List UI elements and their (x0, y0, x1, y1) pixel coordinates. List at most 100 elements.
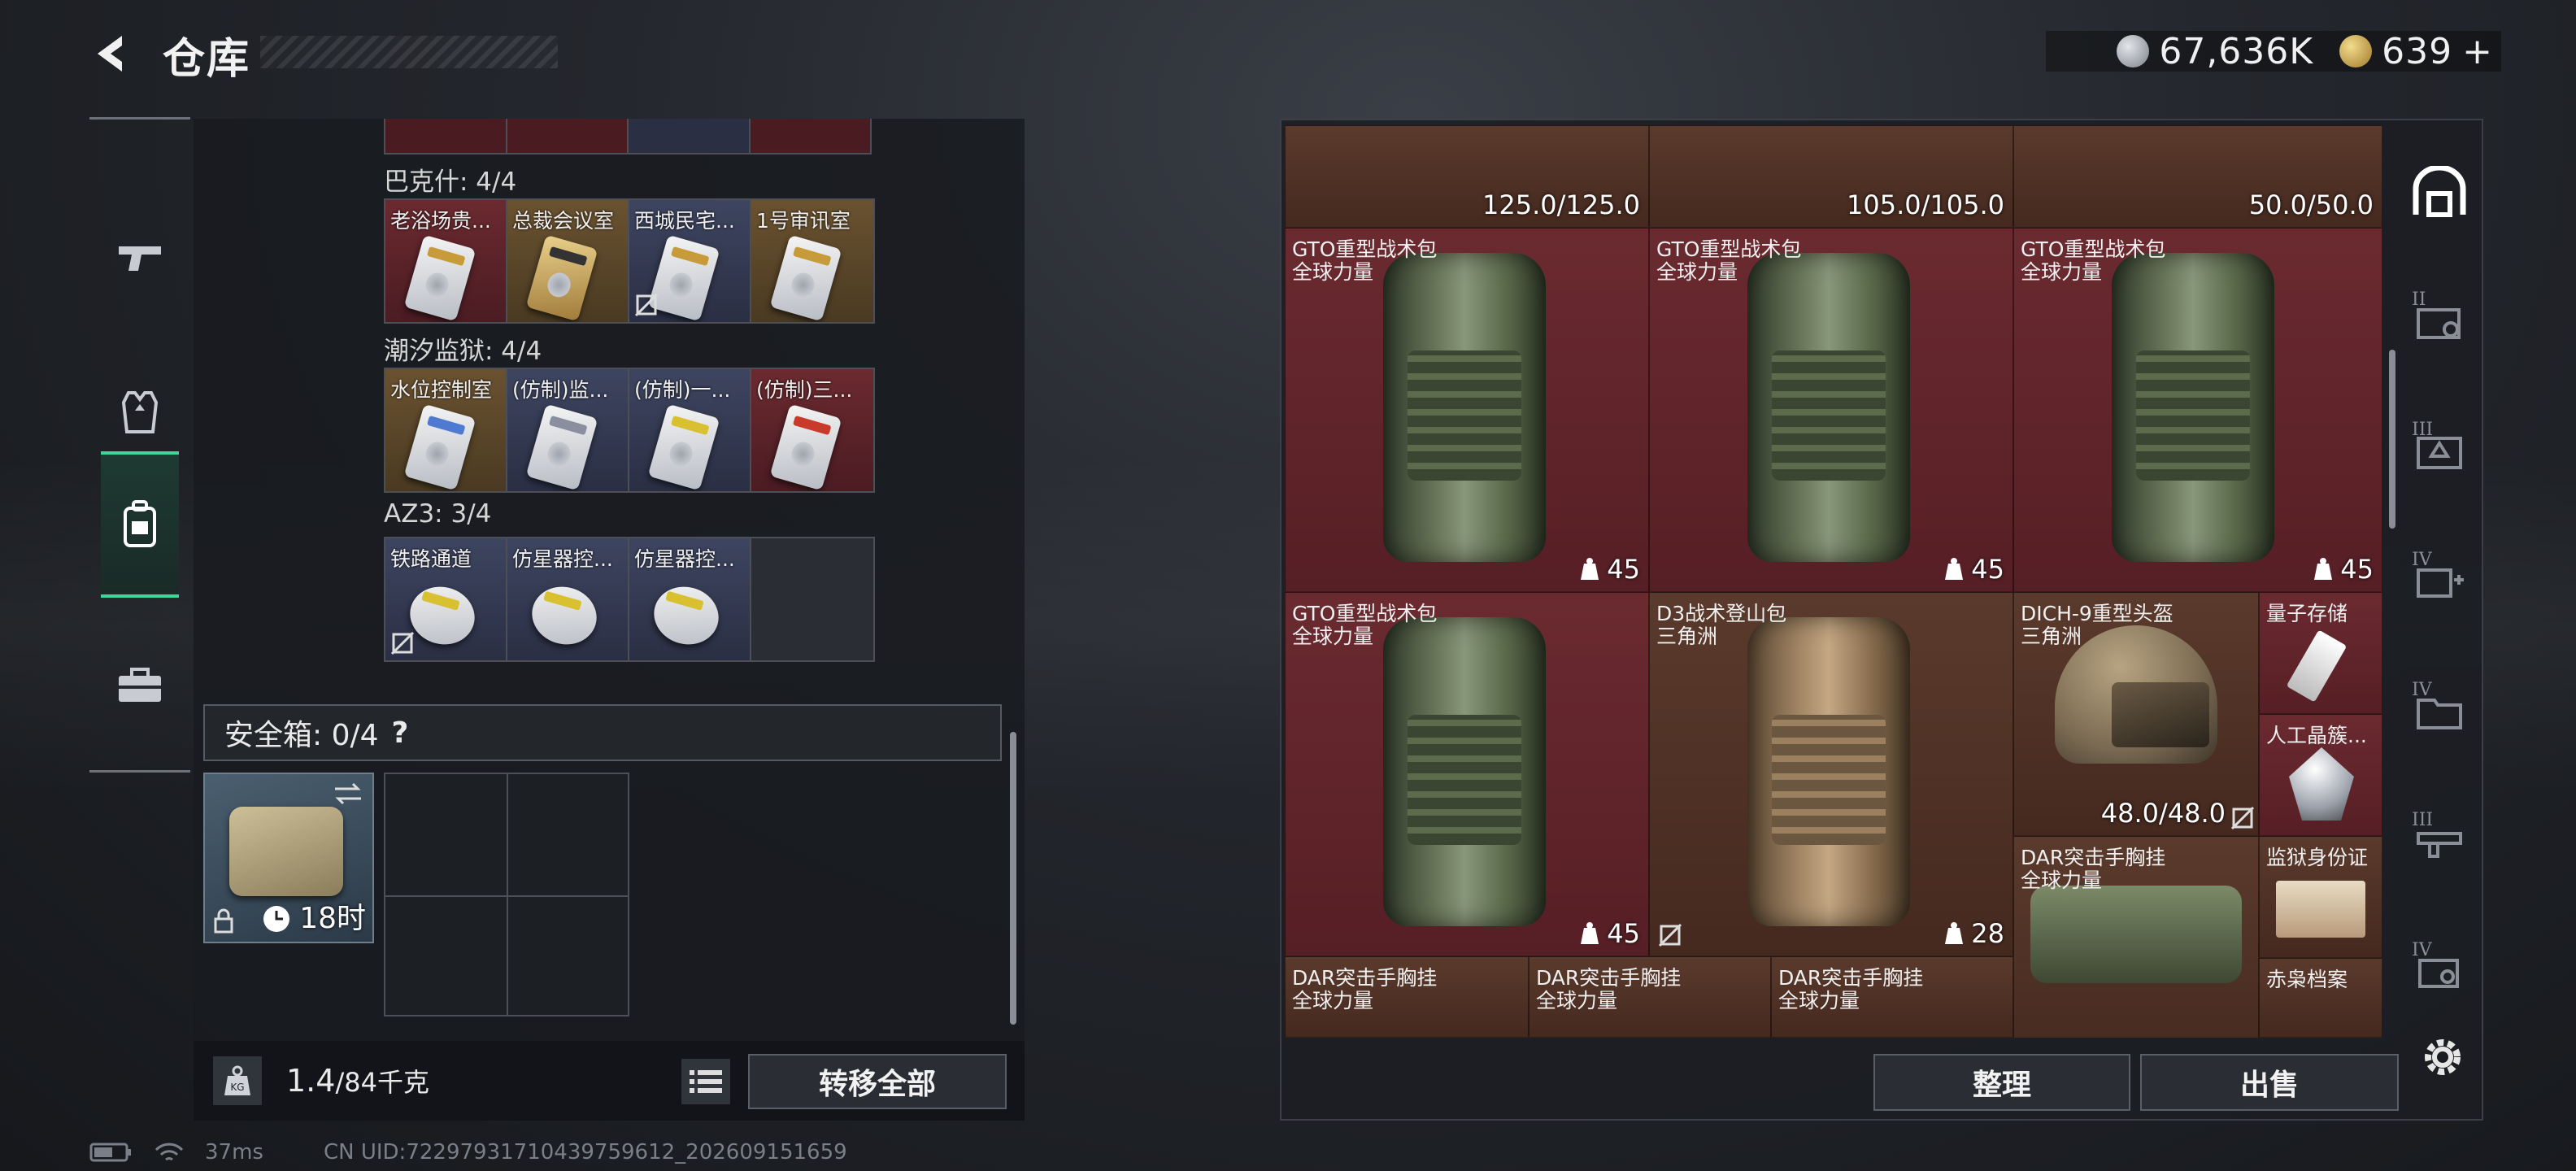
rail-weapons[interactable] (101, 185, 179, 331)
inventory-item[interactable]: 监狱身份证 (2259, 836, 2382, 958)
id-card-image (2276, 881, 2365, 938)
tab-category[interactable]: IV (2407, 550, 2472, 615)
inventory-scrollbar[interactable] (2389, 350, 2395, 529)
usb-drive-image (2286, 629, 2348, 703)
capacity-icon (1945, 558, 1964, 580)
keycard-item[interactable]: 老浴场贵... (385, 200, 507, 322)
backpack-image (1747, 253, 1910, 562)
inventory-item[interactable]: 105.0/105.0 (1649, 125, 2013, 228)
safe-box-slots[interactable] (384, 773, 629, 1016)
keycard-item[interactable]: (仿制)三... (751, 369, 873, 491)
item-faction: 全球力量 (2021, 868, 2103, 892)
keycard-item[interactable]: 1号审讯室 (751, 200, 873, 322)
toolbox-icon (119, 668, 161, 702)
item-faction: 全球力量 (1292, 989, 1374, 1012)
tab-category[interactable]: IV (2407, 940, 2472, 1005)
add-currency-button[interactable]: + (2462, 31, 2493, 72)
inventory-item[interactable]: GTO重型战术包 全球力量 45 (1285, 228, 1649, 592)
swap-icon (335, 782, 361, 805)
group-label: 巴克什: 4/4 (384, 168, 517, 197)
uid-text: CN UID:722979317104397596​12_20260915165… (323, 1140, 847, 1164)
tab-category[interactable]: II (2407, 289, 2472, 355)
item-capacity: 45 (1579, 918, 1640, 949)
inventory-item[interactable]: 125.0/125.0 (1285, 125, 1649, 228)
keycard-item[interactable]: 仿星器控... (507, 538, 629, 660)
tab-category[interactable]: III (2407, 810, 2472, 875)
back-button[interactable] (88, 29, 137, 78)
keycard-item[interactable]: (仿制)一... (629, 369, 751, 491)
inventory-item[interactable]: DAR突击手胸挂 全球力量 (2013, 836, 2259, 1038)
backpack-image (1383, 617, 1546, 926)
battery-icon (89, 1143, 131, 1162)
armor-vest-icon (121, 391, 159, 433)
currency-gold: 639 (2382, 30, 2453, 72)
keycard-grid: 铁路通道 仿星器控... 仿星器控... (384, 537, 875, 662)
no-trade-icon (1658, 923, 1682, 947)
inventory-item[interactable]: D3战术登山包 三角洲 28 (1649, 592, 2013, 956)
inventory-item[interactable]: 赤枭档案 (2259, 958, 2382, 1038)
gold-coin-icon (2339, 35, 2373, 67)
backpack-image (2112, 253, 2274, 562)
keycard-item[interactable]: 水位控制室 (385, 369, 507, 491)
keycard-item[interactable]: 铁路通道 (385, 538, 507, 660)
sort-button[interactable]: 整理 (1873, 1054, 2130, 1111)
safe-box-header: 安全箱: 0/4 ? (203, 704, 1002, 761)
sell-button[interactable]: 出售 (2140, 1054, 2399, 1111)
inventory-item[interactable]: GTO重型战术包 全球力量 45 (1285, 592, 1649, 956)
group-label: 潮汐监狱: 4/4 (384, 337, 542, 366)
item-faction: 全球力量 (1656, 260, 1738, 284)
capacity-icon (1581, 922, 1599, 944)
inventory-item[interactable]: DICH-9重型头盔 三角洲 48.0/48.0 (2013, 592, 2259, 836)
backpack-image (1383, 253, 1546, 562)
partial-top-row (384, 119, 872, 155)
transfer-all-button[interactable]: 转移全部 (748, 1054, 1007, 1109)
inventory-item[interactable]: 量子存储 (2259, 592, 2382, 714)
weight-bar: KG 1.4/84千克 转移全部 (194, 1041, 1025, 1121)
tab-category[interactable]: III (2407, 420, 2472, 485)
capacity-icon (2314, 558, 2333, 580)
no-trade-icon (2230, 806, 2255, 830)
inventory-grid: 125.0/125.0 105.0/105.0 50.0/50.0 GTO重型战… (1285, 125, 2382, 1038)
item-durability: 48.0/48.0 (2100, 798, 2226, 829)
tab-all[interactable] (2407, 159, 2472, 224)
inventory-item[interactable]: DAR突击手胸挂 全球力量 (1529, 956, 1771, 1038)
item-capacity: 45 (1579, 554, 1640, 585)
svg-text:KG: KG (230, 1082, 244, 1093)
rail-backpack[interactable] (101, 451, 179, 598)
item-faction: 全球力量 (2021, 260, 2103, 284)
keycard-item[interactable]: (仿制)监... (507, 369, 629, 491)
no-trade-icon (634, 293, 659, 317)
currency-bar: 67,636K 639 + (2046, 31, 2501, 72)
item-name: 赤枭档案 (2266, 968, 2348, 991)
inventory-item[interactable]: DAR突击手胸挂 全球力量 (1771, 956, 2013, 1038)
wifi-icon (154, 1143, 184, 1161)
help-button[interactable]: ? (392, 716, 409, 750)
clock-icon (263, 906, 289, 932)
item-faction: 全球力量 (1778, 989, 1860, 1012)
inventory-item[interactable]: 人工晶簇... (2259, 714, 2382, 836)
status-bar: 37ms CN UID:722979317104397596​12_202609… (89, 1140, 847, 1164)
inventory-item[interactable]: GTO重型战术包 全球力量 45 (2013, 228, 2382, 592)
settings-button[interactable] (2418, 1033, 2467, 1082)
keycard-item[interactable]: 仿星器控... (629, 538, 751, 660)
tab-category[interactable]: IV (2407, 680, 2472, 745)
keycard-grid: 老浴场贵... 总裁会议室 西城民宅... 1号审讯室 (384, 198, 875, 324)
backpack-image (1747, 617, 1910, 926)
keycard-item[interactable]: 总裁会议室 (507, 200, 629, 322)
inventory-item[interactable]: DAR突击手胸挂 全球力量 (1285, 956, 1529, 1038)
inventory-item[interactable]: 50.0/50.0 (2013, 125, 2382, 228)
safe-case-icon (229, 807, 343, 896)
keycard-item[interactable]: 西城民宅... (629, 200, 751, 322)
title-stripe (260, 36, 558, 68)
keycard-grid: 水位控制室 (仿制)监... (仿制)一... (仿制)三... (384, 368, 875, 493)
inventory-tab-rail: II III IV IV III IV (2399, 143, 2488, 1038)
left-scrollbar[interactable] (1010, 732, 1016, 1025)
item-durability: 105.0/105.0 (1847, 189, 2004, 220)
inventory-item[interactable]: GTO重型战术包 全球力量 45 (1649, 228, 2013, 592)
item-capacity: 45 (2313, 554, 2374, 585)
rail-toolbox[interactable] (101, 612, 179, 759)
safe-box-item[interactable]: 18时 (203, 773, 374, 943)
empty-slot[interactable] (751, 538, 873, 660)
list-view-button[interactable] (681, 1059, 730, 1104)
item-faction: 全球力量 (1292, 260, 1374, 284)
